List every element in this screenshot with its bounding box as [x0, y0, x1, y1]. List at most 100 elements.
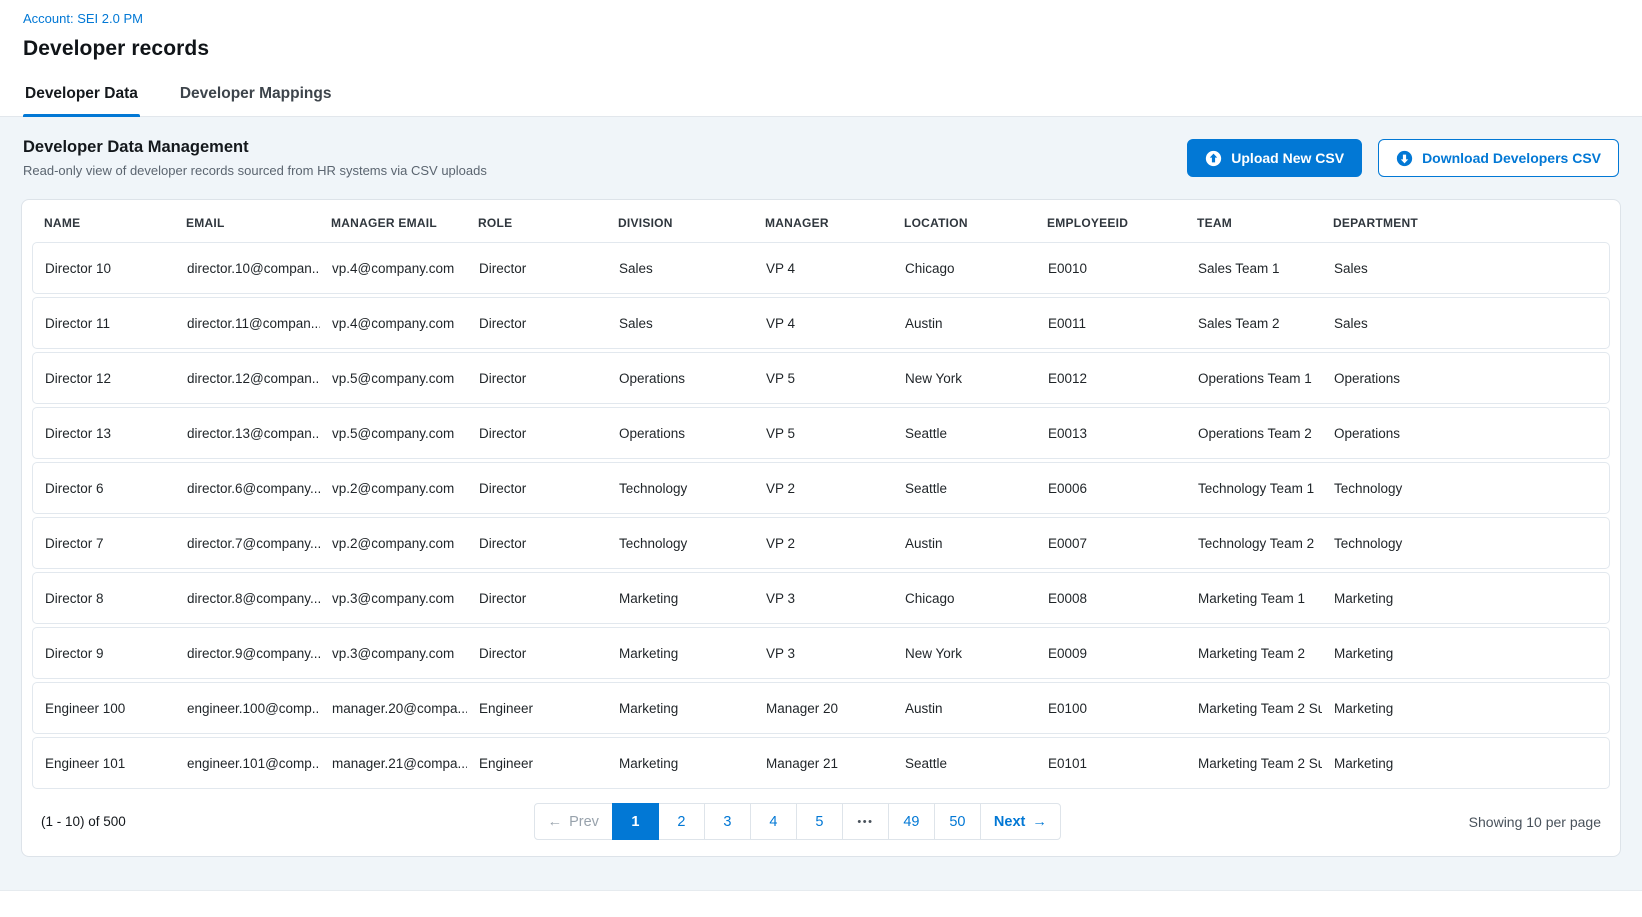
cell-division: Operations [607, 371, 754, 386]
cell-location: Chicago [893, 591, 1036, 606]
cell-team: Sales Team 1 [1186, 261, 1322, 276]
cell-department: Technology [1322, 481, 1609, 496]
table-row: Director 7director.7@company....vp.2@com… [32, 517, 1610, 569]
table-row: Director 6director.6@company....vp.2@com… [32, 462, 1610, 514]
cell-team: Operations Team 1 [1186, 371, 1322, 386]
download-button-label: Download Developers CSV [1422, 150, 1601, 166]
cell-email: director.11@compan... [175, 316, 320, 331]
page-button-49[interactable]: 49 [888, 803, 935, 840]
page-button-50[interactable]: 50 [934, 803, 981, 840]
cell-team: Technology Team 2 [1186, 536, 1322, 551]
upload-new-csv-button[interactable]: Upload New CSV [1187, 139, 1362, 177]
cell-manager-email: vp.4@company.com [320, 261, 467, 276]
cell-department: Sales [1322, 316, 1609, 331]
cell-location: Chicago [893, 261, 1036, 276]
cell-role: Director [467, 481, 607, 496]
download-icon [1396, 150, 1413, 167]
cell-role: Director [467, 426, 607, 441]
cell-manager-email: manager.20@compa... [320, 701, 467, 716]
page-button-1[interactable]: 1 [612, 803, 659, 840]
cell-email: director.12@compan... [175, 371, 320, 386]
table-body: Director 10director.10@compan...vp.4@com… [22, 242, 1620, 789]
cell-role: Director [467, 536, 607, 551]
table-row: Director 13director.13@compan...vp.5@com… [32, 407, 1610, 459]
cell-employeeid: E0010 [1036, 261, 1186, 276]
cell-role: Director [467, 261, 607, 276]
page-button-2[interactable]: 2 [658, 803, 705, 840]
cell-name: Engineer 101 [33, 756, 175, 771]
page-button-3[interactable]: 3 [704, 803, 751, 840]
cell-division: Technology [607, 481, 754, 496]
upload-button-label: Upload New CSV [1231, 150, 1344, 166]
cell-location: Seattle [893, 481, 1036, 496]
cell-department: Marketing [1322, 701, 1609, 716]
cell-team: Marketing Team 2 [1186, 646, 1322, 661]
cell-team: Marketing Team 2 Su... [1186, 701, 1322, 716]
account-breadcrumb-link[interactable]: Account: SEI 2.0 PM [23, 11, 143, 26]
column-header-email: EMAIL [174, 216, 319, 230]
arrow-right-icon: → [1032, 814, 1047, 830]
section-subtitle: Read-only view of developer records sour… [23, 163, 487, 178]
per-page-label: Showing 10 per page [1469, 814, 1601, 830]
cell-email: engineer.100@comp... [175, 701, 320, 716]
cell-division: Sales [607, 261, 754, 276]
cell-email: director.13@compan... [175, 426, 320, 441]
table-header-row: NAMEEMAILMANAGER EMAILROLEDIVISIONMANAGE… [32, 200, 1610, 242]
download-developers-csv-button[interactable]: Download Developers CSV [1378, 139, 1619, 177]
cell-manager-email: vp.3@company.com [320, 591, 467, 606]
cell-department: Marketing [1322, 756, 1609, 771]
page-header: Account: SEI 2.0 PM Developer records [0, 0, 1642, 61]
cell-employeeid: E0101 [1036, 756, 1186, 771]
column-header-name: NAME [32, 216, 174, 230]
cell-name: Director 10 [33, 261, 175, 276]
cell-manager: VP 5 [754, 426, 893, 441]
table-row: Director 12director.12@compan...vp.5@com… [32, 352, 1610, 404]
pagination-wrapper: ←Prev12345•••4950Next→ [126, 803, 1469, 840]
page-title: Developer records [23, 37, 1619, 61]
page: Account: SEI 2.0 PM Developer records De… [0, 0, 1642, 891]
cell-employeeid: E0006 [1036, 481, 1186, 496]
cell-employeeid: E0012 [1036, 371, 1186, 386]
cell-employeeid: E0008 [1036, 591, 1186, 606]
arrow-left-icon: ← [548, 814, 563, 830]
cell-manager-email: vp.2@company.com [320, 536, 467, 551]
table-row: Engineer 101engineer.101@comp...manager.… [32, 737, 1610, 789]
cell-manager-email: vp.5@company.com [320, 426, 467, 441]
cell-name: Director 13 [33, 426, 175, 441]
page-ellipsis[interactable]: ••• [842, 803, 889, 840]
cell-location: Seattle [893, 756, 1036, 771]
column-header-manager-email: MANAGER EMAIL [319, 216, 466, 230]
cell-division: Marketing [607, 756, 754, 771]
cell-department: Marketing [1322, 646, 1609, 661]
cell-email: director.10@compan... [175, 261, 320, 276]
cell-email: director.7@company.... [175, 536, 320, 551]
cell-manager-email: manager.21@compa... [320, 756, 467, 771]
tab-developer-mappings[interactable]: Developer Mappings [178, 85, 334, 116]
cell-team: Sales Team 2 [1186, 316, 1322, 331]
pagination-range-label: (1 - 10) of 500 [41, 814, 126, 829]
cell-manager: VP 4 [754, 261, 893, 276]
table-row: Director 10director.10@compan...vp.4@com… [32, 242, 1610, 294]
section-actions: Upload New CSV Download Developers CSV [1187, 139, 1619, 177]
page-button-4[interactable]: 4 [750, 803, 797, 840]
prev-page-button[interactable]: ←Prev [534, 803, 613, 840]
cell-location: Seattle [893, 426, 1036, 441]
developer-table-card: NAMEEMAILMANAGER EMAILROLEDIVISIONMANAGE… [21, 199, 1621, 857]
cell-department: Technology [1322, 536, 1609, 551]
table-row: Engineer 100engineer.100@comp...manager.… [32, 682, 1610, 734]
cell-manager-email: vp.5@company.com [320, 371, 467, 386]
cell-manager: VP 3 [754, 646, 893, 661]
column-header-location: LOCATION [892, 216, 1035, 230]
cell-division: Marketing [607, 646, 754, 661]
tab-developer-data[interactable]: Developer Data [23, 85, 140, 116]
page-button-5[interactable]: 5 [796, 803, 843, 840]
cell-division: Technology [607, 536, 754, 551]
cell-name: Director 12 [33, 371, 175, 386]
next-page-button[interactable]: Next→ [980, 803, 1061, 840]
cell-name: Director 7 [33, 536, 175, 551]
column-header-role: ROLE [466, 216, 606, 230]
section-header-text: Developer Data Management Read-only view… [23, 138, 487, 178]
upload-icon [1205, 150, 1222, 167]
cell-location: Austin [893, 316, 1036, 331]
main-content: Developer Data Management Read-only view… [0, 117, 1642, 891]
